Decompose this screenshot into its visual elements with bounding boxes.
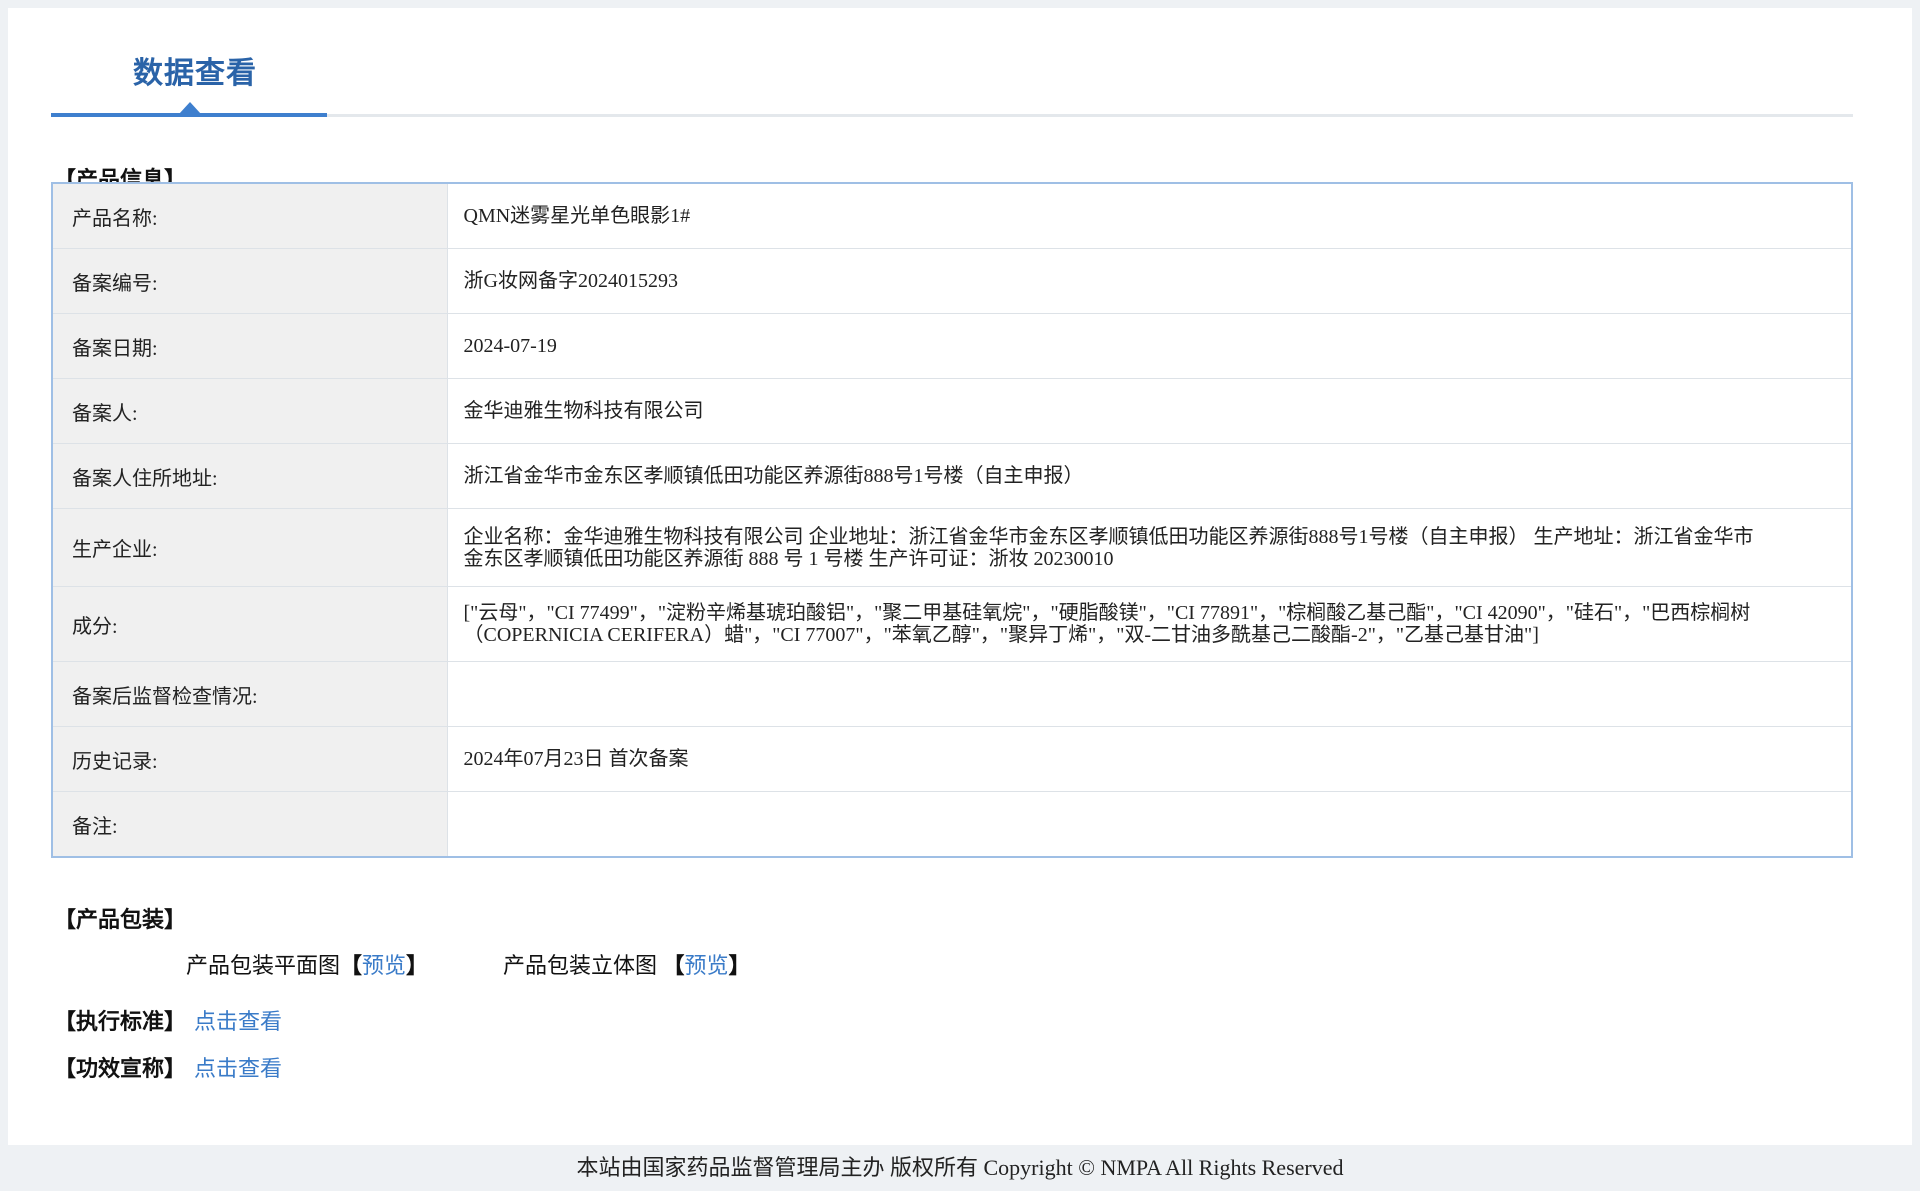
product-info-table: 产品名称: QMN迷雾星光单色眼影1# 备案编号: 浙G妆网备字20240152… [51, 182, 1853, 858]
packaging-heading: 【产品包装】 [54, 907, 187, 932]
caret-up-icon [179, 102, 201, 114]
row-value-history: 2024年07月23日 首次备案 [447, 726, 1852, 792]
packaging-flat-label: 产品包装平面图 [186, 953, 341, 978]
row-label-history: 历史记录: [52, 726, 448, 792]
tab-data-view[interactable]: 数据查看 [133, 48, 257, 92]
table-row: 历史记录: 2024年07月23日 首次备案 [52, 726, 1852, 792]
table-row: 备注: [52, 791, 1852, 858]
row-value-filer-address: 浙江省金华市金东区孝顺镇低田功能区养源街888号1号楼（自主申报） [447, 443, 1852, 509]
standard-section: 【执行标准】 点击查看 [54, 1004, 282, 1036]
row-label-supervision: 备案后监督检查情况: [52, 661, 448, 727]
bracket-close: 】 [728, 953, 751, 978]
row-value-product-name: QMN迷雾星光单色眼影1# [447, 183, 1852, 249]
efficacy-heading: 【功效宣称】 [54, 1056, 187, 1081]
row-label-filer-address: 备案人住所地址: [52, 443, 448, 509]
row-label-ingredients: 成分: [52, 586, 448, 662]
efficacy-view-link[interactable]: 点击查看 [194, 1056, 282, 1081]
row-value-manufacturer: 企业名称：金华迪雅生物科技有限公司 企业地址：浙江省金华市金东区孝顺镇低田功能区… [447, 508, 1852, 587]
row-label-filing-number: 备案编号: [52, 248, 448, 314]
tab-bar: 数据查看 [51, 28, 1853, 121]
table-row: 备案日期: 2024-07-19 [52, 313, 1852, 379]
table-row: 生产企业: 企业名称：金华迪雅生物科技有限公司 企业地址：浙江省金华市金东区孝顺… [52, 508, 1852, 587]
row-value-supervision [447, 661, 1852, 727]
bracket-open: 【 [340, 953, 363, 978]
table-row: 备案人住所地址: 浙江省金华市金东区孝顺镇低田功能区养源街888号1号楼（自主申… [52, 443, 1852, 509]
standard-view-link[interactable]: 点击查看 [194, 1009, 282, 1034]
row-value-remarks [447, 792, 1852, 858]
footer-copyright: 本站由国家药品监督管理局主办 版权所有 Copyright © NMPA All… [576, 1155, 1344, 1180]
row-label-manufacturer: 生产企业: [52, 508, 448, 587]
row-value-filing-number: 浙G妆网备字2024015293 [447, 248, 1852, 314]
row-value-filer: 金华迪雅生物科技有限公司 [447, 378, 1852, 444]
packaging-flat-preview-link[interactable]: 预览 [362, 953, 406, 978]
bracket-open: 【 [662, 953, 685, 978]
bracket-close: 】 [406, 953, 429, 978]
table-row: 产品名称: QMN迷雾星光单色眼影1# [52, 183, 1852, 249]
packaging-stereo-preview-link[interactable]: 预览 [685, 953, 729, 978]
table-row: 备案后监督检查情况: [52, 661, 1852, 727]
packaging-stereo-item: 产品包装立体图 【预览】 [503, 948, 751, 980]
table-row: 成分: ["云母"，"CI 77499"，"淀粉辛烯基琥珀酸铝"，"聚二甲基硅氧… [52, 586, 1852, 662]
footer: 本站由国家药品监督管理局主办 版权所有 Copyright © NMPA All… [0, 1145, 1920, 1183]
row-value-filing-date: 2024-07-19 [447, 313, 1852, 379]
packaging-stereo-label: 产品包装立体图 [503, 953, 658, 978]
row-label-filer: 备案人: [52, 378, 448, 444]
row-label-product-name: 产品名称: [52, 183, 448, 249]
table-row: 备案编号: 浙G妆网备字2024015293 [52, 248, 1852, 314]
table-row: 备案人: 金华迪雅生物科技有限公司 [52, 378, 1852, 444]
standard-heading: 【执行标准】 [54, 1009, 187, 1034]
packaging-flat-item: 产品包装平面图【预览】 [186, 948, 428, 980]
row-label-filing-date: 备案日期: [52, 313, 448, 379]
row-value-ingredients: ["云母"，"CI 77499"，"淀粉辛烯基琥珀酸铝"，"聚二甲基硅氧烷"，"… [447, 586, 1852, 662]
efficacy-section: 【功效宣称】 点击查看 [54, 1051, 282, 1083]
row-label-remarks: 备注: [52, 791, 448, 857]
